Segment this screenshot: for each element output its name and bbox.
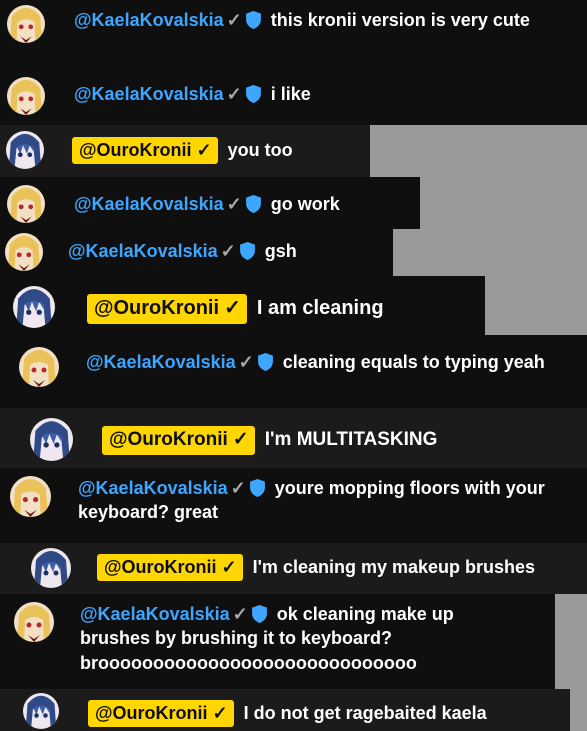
owner-badge[interactable]: @OuroKronii ✓ xyxy=(72,137,218,165)
verified-checkmark-icon: ✓ xyxy=(232,604,248,624)
message-text: I do not get ragebaited kaela xyxy=(243,703,487,723)
chat-message: @OuroKronii ✓ I am cleaning xyxy=(0,276,485,335)
moderator-shield-icon xyxy=(245,11,261,29)
kaela-avatar[interactable] xyxy=(10,476,51,517)
author-name[interactable]: @KaelaKovalskia xyxy=(68,241,218,261)
verified-checkmark-icon: ✓ xyxy=(226,84,242,104)
kaela-avatar[interactable] xyxy=(7,5,45,43)
author-name[interactable]: @OuroKronii xyxy=(104,557,217,577)
message-body: @KaelaKovalskia ✓ go work xyxy=(74,192,340,216)
verified-checkmark-icon: ✓ xyxy=(232,429,249,450)
message-text: go work xyxy=(270,194,340,214)
message-body: @OuroKronii ✓ you too xyxy=(72,137,293,165)
chat-message: @OuroKronii ✓ I'm cleaning my makeup brush… xyxy=(0,543,587,594)
kronii-avatar[interactable] xyxy=(30,418,73,461)
message-body: @OuroKronii ✓ I am cleaning xyxy=(87,294,384,324)
author-name[interactable]: @OuroKronii xyxy=(95,703,208,723)
chat-message: @KaelaKovalskia ✓ cleaning equals to typin… xyxy=(0,335,587,408)
author-name[interactable]: @KaelaKovalskia xyxy=(74,194,224,214)
kaela-avatar[interactable] xyxy=(14,602,54,642)
message-body: @KaelaKovalskia ✓ gsh xyxy=(68,239,297,263)
kaela-avatar[interactable] xyxy=(7,185,45,223)
owner-badge[interactable]: @OuroKronii ✓ xyxy=(88,700,234,728)
chat-message: @KaelaKovalskia ✓ go work xyxy=(0,177,420,229)
owner-badge[interactable]: @OuroKronii ✓ xyxy=(102,426,255,455)
message-text: I'm MULTITASKING xyxy=(264,429,438,450)
moderator-shield-icon xyxy=(245,85,261,103)
chat-message: @OuroKronii ✓ I'm MULTITASKING xyxy=(0,408,587,468)
kaela-avatar[interactable] xyxy=(19,347,59,387)
message-text: I am cleaning xyxy=(256,297,384,319)
verified-checkmark-icon: ✓ xyxy=(226,194,242,214)
author-name[interactable]: @KaelaKovalskia xyxy=(86,352,236,372)
verified-checkmark-icon: ✓ xyxy=(221,557,237,577)
moderator-shield-icon xyxy=(239,242,255,260)
verified-checkmark-icon: ✓ xyxy=(224,297,241,319)
message-body: @OuroKronii ✓ I'm cleaning my makeup brush… xyxy=(97,554,536,582)
author-name[interactable]: @KaelaKovalskia xyxy=(74,10,224,30)
owner-badge[interactable]: @OuroKronii ✓ xyxy=(97,554,243,582)
message-body: @KaelaKovalskia ✓ this kronii version is v… xyxy=(74,8,564,32)
author-name[interactable]: @OuroKronii xyxy=(109,429,228,450)
verified-checkmark-icon: ✓ xyxy=(212,703,228,723)
verified-checkmark-icon: ✓ xyxy=(230,478,246,498)
message-body: @OuroKronii ✓ I do not get ragebaited kael… xyxy=(88,700,487,728)
message-body: @KaelaKovalskia ✓ cleaning equals to typin… xyxy=(86,350,556,374)
message-text: you too xyxy=(227,140,293,160)
author-name[interactable]: @KaelaKovalskia xyxy=(78,478,228,498)
verified-checkmark-icon: ✓ xyxy=(220,241,236,261)
author-name[interactable]: @OuroKronii xyxy=(94,297,219,319)
moderator-shield-icon xyxy=(257,353,273,371)
chat-message: @KaelaKovalskia ✓ this kronii version is v… xyxy=(0,0,587,73)
message-body: @KaelaKovalskia ✓ i like xyxy=(74,82,311,106)
kronii-avatar[interactable] xyxy=(31,548,71,588)
message-body: @OuroKronii ✓ I'm MULTITASKING xyxy=(102,426,437,455)
chat-message: @OuroKronii ✓ you too xyxy=(0,125,370,177)
message-text: I'm cleaning my makeup brushes xyxy=(252,557,536,577)
verified-checkmark-icon: ✓ xyxy=(226,10,242,30)
message-text: gsh xyxy=(264,241,297,261)
kronii-avatar[interactable] xyxy=(6,131,44,169)
kaela-avatar[interactable] xyxy=(7,77,45,115)
author-name[interactable]: @KaelaKovalskia xyxy=(74,84,224,104)
chat-message: @OuroKronii ✓ I do not get ragebaited kael… xyxy=(0,689,570,731)
kaela-avatar[interactable] xyxy=(5,233,43,271)
moderator-shield-icon xyxy=(251,605,267,623)
moderator-shield-icon xyxy=(245,195,261,213)
message-body: @KaelaKovalskia ✓ ok cleaning make up brus… xyxy=(80,602,520,675)
chat-message: @KaelaKovalskia ✓ gsh xyxy=(0,229,393,276)
message-text: cleaning equals to typing yeah xyxy=(282,352,545,372)
verified-checkmark-icon: ✓ xyxy=(238,352,254,372)
message-text: this kronii version is very cute xyxy=(270,10,530,30)
owner-badge[interactable]: @OuroKronii ✓ xyxy=(87,294,247,324)
message-text: i like xyxy=(270,84,311,104)
chat-message: @KaelaKovalskia ✓ youre mopping floors wit… xyxy=(0,468,587,543)
chat-message: @KaelaKovalskia ✓ ok cleaning make up brus… xyxy=(0,594,555,689)
moderator-shield-icon xyxy=(249,479,265,497)
chat-message: @KaelaKovalskia ✓ i like xyxy=(0,73,587,125)
kronii-avatar[interactable] xyxy=(23,693,59,729)
message-body: @KaelaKovalskia ✓ youre mopping floors wit… xyxy=(78,476,578,525)
author-name[interactable]: @KaelaKovalskia xyxy=(80,604,230,624)
verified-checkmark-icon: ✓ xyxy=(196,140,212,160)
author-name[interactable]: @OuroKronii xyxy=(79,140,192,160)
kronii-avatar[interactable] xyxy=(13,286,55,328)
